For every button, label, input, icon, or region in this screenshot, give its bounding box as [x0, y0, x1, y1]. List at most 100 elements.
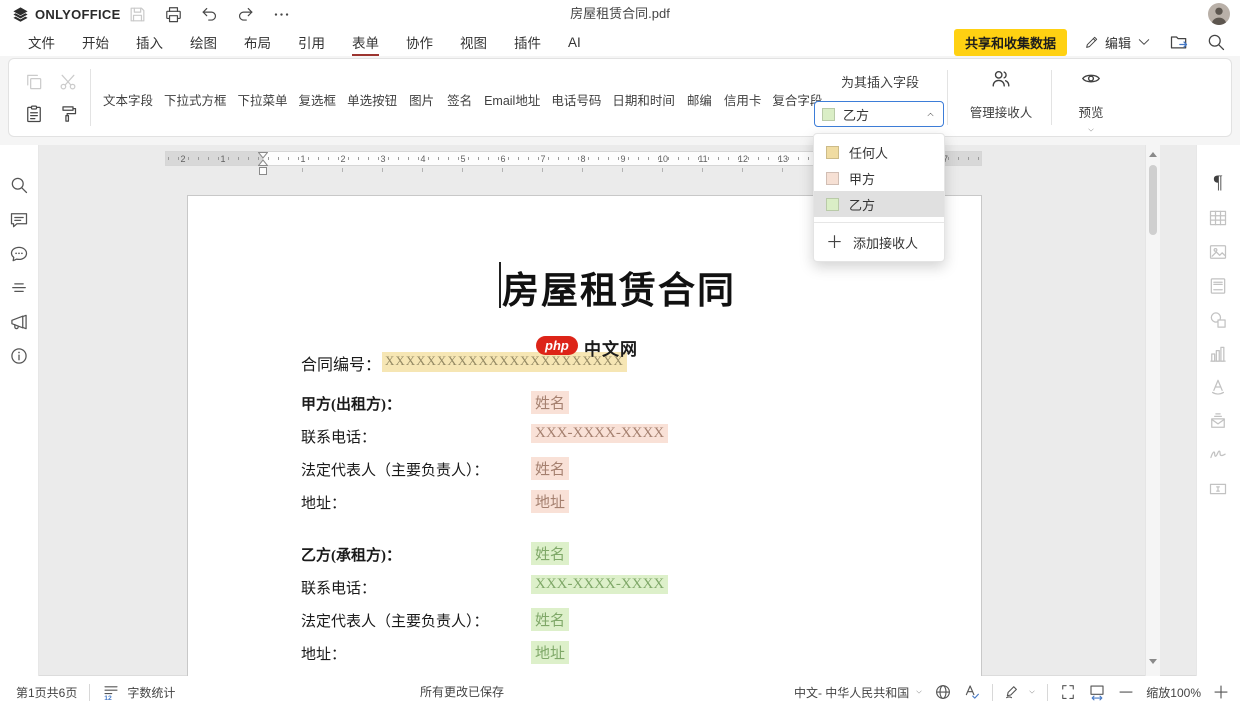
- preview-button[interactable]: 预览: [1061, 68, 1121, 139]
- checkbox-button[interactable]: 复选框: [294, 66, 342, 109]
- spellcheck-button[interactable]: [963, 683, 981, 701]
- recipient-color-swatch: [826, 146, 839, 159]
- track-changes-button[interactable]: [1004, 683, 1036, 701]
- undo-button[interactable]: [200, 5, 219, 24]
- quick-access-toolbar: [128, 0, 291, 28]
- tab-ai[interactable]: AI: [568, 31, 581, 54]
- print-button[interactable]: [164, 5, 183, 24]
- zip-button[interactable]: 邮编: [681, 66, 718, 109]
- image-settings-icon: [1208, 242, 1228, 262]
- tab-home[interactable]: 开始: [82, 28, 109, 56]
- combo-box-button[interactable]: 下拉式方框: [159, 66, 232, 109]
- more-actions-button[interactable]: [272, 5, 291, 24]
- ruler-number: 2: [180, 153, 185, 165]
- redo-button[interactable]: [236, 5, 255, 24]
- party-b-form-field[interactable]: 姓名: [531, 542, 569, 565]
- tab-forms[interactable]: 表单: [352, 28, 379, 56]
- comments-button[interactable]: [9, 210, 29, 230]
- feedback-button[interactable]: [9, 312, 29, 332]
- ruler-number: 13: [778, 153, 788, 165]
- recipient-option-anyone[interactable]: 任何人: [814, 139, 944, 165]
- fit-page-button[interactable]: [1059, 683, 1077, 701]
- email-label: Email地址: [484, 94, 540, 109]
- navigation-button[interactable]: [9, 278, 29, 298]
- workspace: L 211234567891011121314151617 1123456789…: [0, 145, 1240, 676]
- forms-toolbar: 文本字段下拉式方框下拉菜单复选框单选按钮图片签名 Email地址电话号码日期和时间…: [8, 58, 1232, 137]
- set-language-button[interactable]: [934, 683, 952, 701]
- status-separator: [992, 684, 993, 701]
- chat-button[interactable]: [9, 244, 29, 264]
- document-page[interactable]: 房屋租赁合同 php 中文网 合同编号： XXXXXXXXXXXXXXXXXXX…: [187, 195, 982, 676]
- recipient-option-label: 乙方: [849, 195, 875, 214]
- textart-settings-icon: [1208, 377, 1228, 397]
- party-a-form-field[interactable]: XXX-XXXX-XXXX: [531, 424, 668, 443]
- ruler-number: 5: [460, 153, 465, 165]
- phone-button[interactable]: 电话号码: [546, 66, 606, 109]
- scroll-down-button[interactable]: [1147, 654, 1159, 668]
- text-field-label: 文本字段: [103, 94, 153, 109]
- scroll-up-button[interactable]: [1147, 147, 1159, 161]
- edit-mode-button[interactable]: 编辑: [1084, 33, 1152, 52]
- party-a-form-field[interactable]: 地址: [531, 490, 569, 513]
- open-file-location-button[interactable]: [1169, 32, 1189, 52]
- datetime-button[interactable]: 日期和时间: [607, 66, 680, 109]
- left-indent-marker[interactable]: [259, 167, 267, 175]
- party-a-form-field[interactable]: 姓名: [531, 391, 569, 414]
- menu-bar: 文件开始插入绘图布局引用表单协作视图插件 AI 共享和收集数据 编辑: [0, 28, 1240, 56]
- party-b-form-field[interactable]: 地址: [531, 641, 569, 664]
- preview-label: 预览: [1061, 102, 1121, 121]
- format-painter-button[interactable]: [58, 104, 78, 124]
- tab-insert[interactable]: 插入: [136, 28, 163, 56]
- party-b-form-field[interactable]: XXX-XXXX-XXXX: [531, 575, 668, 594]
- zoom-in-button[interactable]: [1212, 683, 1230, 701]
- manage-recipients-label: 管理接收人: [955, 102, 1047, 121]
- search-button[interactable]: [9, 175, 29, 195]
- tab-file[interactable]: 文件: [28, 28, 55, 56]
- radio-button-button[interactable]: 单选按钮: [342, 66, 402, 109]
- credit-card-button[interactable]: 信用卡: [719, 66, 767, 109]
- zoom-out-button[interactable]: [1117, 683, 1135, 701]
- about-button[interactable]: [9, 346, 29, 366]
- party-a-row: 法定代表人（主要负责人）：姓名: [301, 459, 961, 492]
- ruler-number: 2: [340, 153, 345, 165]
- language-selector[interactable]: 中文- 中华人民共和国: [794, 684, 923, 701]
- dropdown-list-button[interactable]: 下拉菜单: [233, 66, 293, 109]
- party-a-row: 联系电话：XXX-XXXX-XXXX: [301, 426, 961, 459]
- add-recipient-label: 添加接收人: [853, 233, 918, 252]
- party-a-form-field[interactable]: 姓名: [531, 457, 569, 480]
- image-button[interactable]: 图片: [403, 66, 440, 109]
- share-collect-data-button[interactable]: 共享和收集数据: [954, 29, 1067, 56]
- user-avatar[interactable]: [1208, 3, 1230, 25]
- signature-button[interactable]: 签名: [441, 66, 478, 109]
- credit-card-label: 信用卡: [724, 94, 762, 109]
- email-button[interactable]: Email地址: [479, 66, 545, 109]
- left-panel: [0, 145, 39, 676]
- toolbar-separator: [1051, 70, 1052, 125]
- tab-draw[interactable]: 绘图: [190, 28, 217, 56]
- clipboard-group: [19, 59, 83, 136]
- datetime-label: 日期和时间: [612, 94, 675, 109]
- status-separator: [1047, 684, 1048, 701]
- fit-width-button[interactable]: [1088, 683, 1106, 701]
- text-field-button[interactable]: 文本字段: [98, 66, 158, 122]
- tab-collaboration[interactable]: 协作: [406, 28, 433, 56]
- word-count-button[interactable]: 12 字数统计: [102, 683, 175, 701]
- party-a-row: 地址：地址: [301, 492, 961, 525]
- search-button[interactable]: [1206, 32, 1226, 52]
- ruler-number: 6: [500, 153, 505, 165]
- add-recipient-button[interactable]: ＋ 添加接收人: [814, 228, 944, 256]
- paragraph-settings-icon[interactable]: ¶: [1208, 173, 1228, 193]
- scrollbar-thumb[interactable]: [1149, 165, 1157, 235]
- tab-references[interactable]: 引用: [298, 28, 325, 56]
- insert-for-label: 为其插入字段: [814, 72, 946, 91]
- shape-settings-icon: [1208, 310, 1228, 330]
- tab-plugins[interactable]: 插件: [514, 28, 541, 56]
- party-b-form-field[interactable]: 姓名: [531, 608, 569, 631]
- tab-layout[interactable]: 布局: [244, 28, 271, 56]
- recipient-select[interactable]: 乙方: [814, 101, 944, 127]
- paste-button[interactable]: [24, 104, 44, 124]
- recipient-option-party-a[interactable]: 甲方: [814, 165, 944, 191]
- manage-recipients-button[interactable]: 管理接收人: [955, 68, 1047, 121]
- recipient-option-party-b[interactable]: 乙方: [814, 191, 944, 217]
- tab-view[interactable]: 视图: [460, 28, 487, 56]
